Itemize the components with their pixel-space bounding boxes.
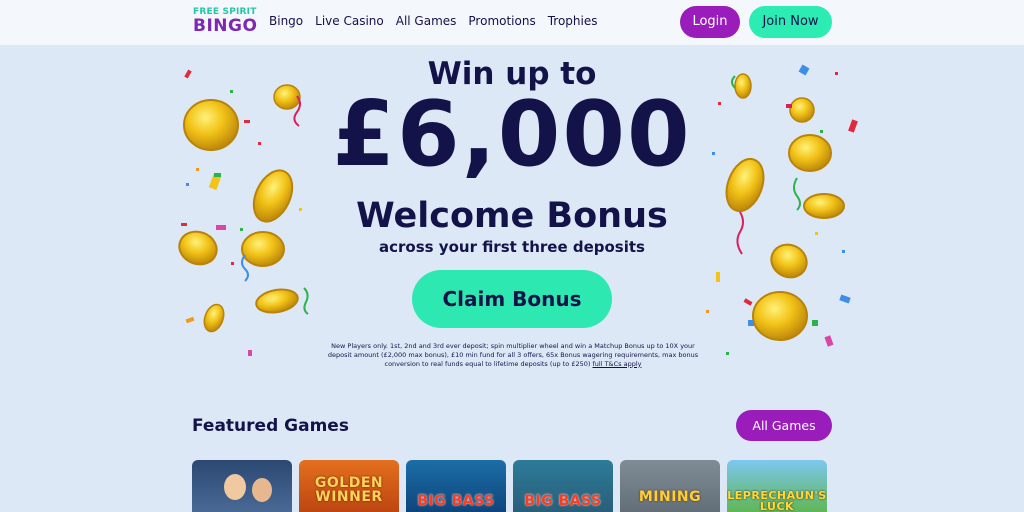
logo-line2: BINGO — [193, 16, 258, 36]
nav-bingo[interactable]: Bingo — [269, 14, 303, 28]
game-title: MINING — [638, 489, 702, 505]
game-tile[interactable]: MINING — [620, 460, 720, 512]
character-icon — [224, 474, 246, 500]
nav-all-games[interactable]: All Games — [396, 14, 457, 28]
game-title: BIG BASS — [524, 493, 602, 509]
terms-body: New Players only. 1st, 2nd and 3rd ever … — [327, 342, 699, 368]
character-icon — [252, 478, 272, 502]
hero-tagline: across your first three deposits — [379, 238, 645, 256]
all-games-button[interactable]: All Games — [736, 410, 832, 441]
site-header: FREE SPIRIT BINGO Bingo Live Casino All … — [0, 0, 1024, 45]
game-tile[interactable]: LEPRECHAUN'S LUCK — [727, 460, 827, 512]
login-button[interactable]: Login — [680, 6, 740, 38]
game-title: BIG BASS — [417, 493, 495, 509]
nav-promotions[interactable]: Promotions — [468, 14, 535, 28]
claim-bonus-button[interactable]: Claim Bonus — [412, 270, 612, 328]
game-tile[interactable] — [192, 460, 292, 512]
game-tile[interactable]: BIG BASS — [513, 460, 613, 512]
bonus-amount: £6,000 — [332, 82, 692, 187]
game-title: GOLDEN WINNER — [314, 475, 384, 505]
main-nav: Bingo Live Casino All Games Promotions T… — [269, 14, 598, 28]
featured-games-title: Featured Games — [192, 416, 349, 436]
terms-text: New Players only. 1st, 2nd and 3rd ever … — [322, 342, 704, 368]
terms-link[interactable]: full T&Cs apply — [592, 360, 641, 368]
site-logo[interactable]: FREE SPIRIT BINGO — [193, 8, 257, 38]
hero-subheading: Welcome Bonus — [356, 196, 668, 236]
game-tile[interactable]: BIG BASS — [406, 460, 506, 512]
nav-trophies[interactable]: Trophies — [548, 14, 598, 28]
game-tile[interactable]: GOLDEN WINNER — [299, 460, 399, 512]
join-now-button[interactable]: Join Now — [749, 6, 832, 38]
featured-games-list: GOLDEN WINNER BIG BASS BIG BASS MINING L… — [192, 460, 827, 512]
game-title: LEPRECHAUN'S LUCK — [727, 489, 827, 512]
nav-live-casino[interactable]: Live Casino — [315, 14, 384, 28]
